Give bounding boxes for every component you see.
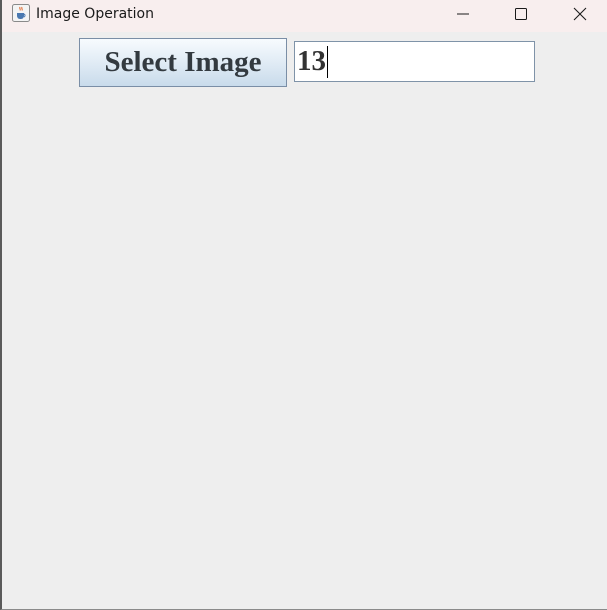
window-title: Image Operation [36,6,154,22]
java-cup-icon [12,4,30,22]
select-image-button[interactable]: Select Image [79,38,287,87]
maximize-button[interactable] [498,0,544,28]
app-window: Image Operation Select Image 13 [0,0,607,610]
number-input[interactable]: 13 [294,41,535,82]
minimize-icon [457,13,469,15]
close-icon [573,7,587,21]
close-button[interactable] [557,0,603,28]
minimize-button[interactable] [440,0,486,28]
maximize-icon [515,8,527,20]
text-caret [327,45,328,78]
title-bar[interactable]: Image Operation [2,0,607,32]
number-input-value: 13 [297,45,326,77]
